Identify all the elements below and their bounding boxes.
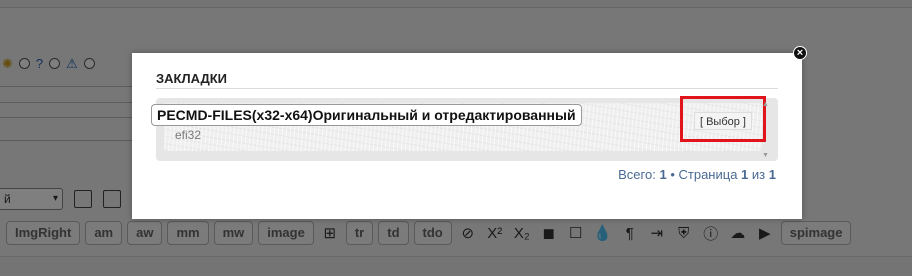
total-pages: 1 [768,167,776,182]
scroll-up-icon[interactable]: ▲ [762,101,769,108]
choose-button[interactable]: [ Выбор ] [694,112,752,130]
bookmark-subtitle: efi32 [175,128,202,142]
of-label: из [751,167,766,182]
total-label: Всего: [618,167,656,182]
list-scrollbar[interactable]: ▲ ▼ [762,101,772,159]
dialog-title: ЗАКЛАДКИ [156,71,778,89]
pager-separator: • [670,167,675,182]
pagination: Всего: 1 • Страница 1 из 1 [618,167,776,182]
bookmark-title[interactable]: PECMD-FILES(x32-x64)Оригинальный и отред… [151,104,582,126]
highlight-box: [ Выбор ] [680,96,766,142]
total-count: 1 [659,167,667,182]
bookmarks-dialog: × ЗАКЛАДКИ PECMD-FILES(x32-x64)Оригиналь… [132,46,807,219]
current-page: 1 [741,167,749,182]
close-icon[interactable]: × [793,46,807,60]
scroll-down-icon[interactable]: ▼ [762,152,769,159]
page-label: Страница [678,167,738,182]
